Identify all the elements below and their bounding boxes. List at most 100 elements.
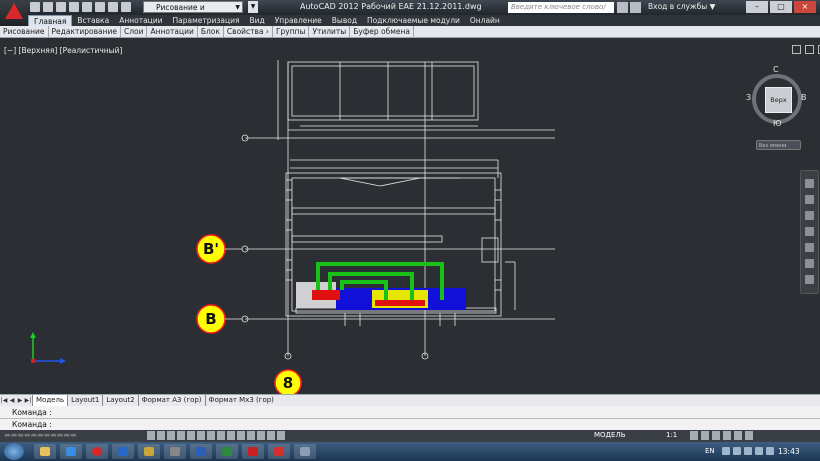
tab-home[interactable]: Главная	[28, 15, 73, 26]
steering-wheel-icon[interactable]	[805, 179, 814, 188]
word-icon[interactable]	[190, 444, 212, 459]
next-layout-icon[interactable]: ▶	[16, 397, 24, 404]
tab-output[interactable]: Вывод	[327, 15, 362, 26]
save-icon[interactable]	[56, 2, 66, 12]
tab-view[interactable]: Вид	[245, 15, 270, 26]
close-button[interactable]: ×	[794, 1, 816, 13]
model-space-toggle[interactable]: МОДЕЛЬ	[594, 431, 626, 439]
lineweight-icon[interactable]	[247, 431, 255, 440]
pan-icon[interactable]	[805, 195, 814, 204]
viewcube[interactable]: Верх С З В Ю	[746, 65, 807, 128]
open-icon[interactable]	[43, 2, 53, 12]
app-icon[interactable]	[138, 444, 160, 459]
ortho-icon[interactable]	[177, 431, 185, 440]
search-input[interactable]: Введите ключевое слово/фразу	[508, 2, 614, 22]
save-as-icon[interactable]	[69, 2, 79, 12]
panel-properties[interactable]: Свойства ›	[224, 26, 273, 37]
zoom-extents-icon[interactable]	[805, 259, 814, 268]
command-line[interactable]: Команда : Команда :	[0, 406, 820, 430]
acrobat-icon[interactable]	[242, 444, 264, 459]
grid-icon[interactable]	[167, 431, 175, 440]
excel-icon[interactable]	[216, 444, 238, 459]
workspace-select[interactable]: Рисование и аннотации ▼	[143, 1, 243, 24]
app-icon[interactable]	[294, 444, 316, 459]
network-icon[interactable]	[755, 447, 763, 455]
panel-annotation[interactable]: Аннотации	[147, 26, 198, 37]
tab-insert[interactable]: Вставка	[72, 15, 114, 26]
layout-tab-model[interactable]: Модель	[32, 395, 68, 406]
annotation-scale[interactable]: 1:1	[666, 431, 677, 439]
clean-screen-icon[interactable]	[745, 431, 753, 440]
snap-icon[interactable]	[157, 431, 165, 440]
first-layout-icon[interactable]: |◀	[0, 397, 8, 404]
tab-parametric[interactable]: Параметризация	[168, 15, 245, 26]
zoom-icon[interactable]	[805, 211, 814, 220]
compass-north[interactable]: С	[773, 65, 779, 74]
panel-layers[interactable]: Слои	[121, 26, 148, 37]
panel-utilities[interactable]: Утилиты	[309, 26, 351, 37]
panel-modify[interactable]: Редактирование	[49, 26, 121, 37]
search-icon[interactable]	[617, 2, 628, 13]
last-layout-icon[interactable]: ▶|	[24, 397, 32, 404]
infocenter-icon[interactable]	[630, 2, 641, 13]
app-icon[interactable]	[164, 444, 186, 459]
minimize-button[interactable]: –	[746, 1, 768, 13]
annotation-visibility-icon[interactable]	[690, 431, 698, 440]
panel-groups[interactable]: Группы	[273, 26, 310, 37]
command-input[interactable]: Команда :	[12, 420, 52, 429]
panel-draw[interactable]: Рисование	[0, 26, 49, 37]
selection-cycling-icon[interactable]	[277, 431, 285, 440]
osnap-icon[interactable]	[197, 431, 205, 440]
isolate-objects-icon[interactable]	[734, 431, 742, 440]
lock-icon[interactable]	[712, 431, 720, 440]
new-icon[interactable]	[30, 2, 40, 12]
navbar-options-icon[interactable]	[805, 275, 814, 284]
ducs-icon[interactable]	[227, 431, 235, 440]
flag-icon[interactable]	[766, 447, 774, 455]
volume-icon[interactable]	[744, 447, 752, 455]
layout-tab-mx3[interactable]: Формат Мх3 (гор)	[204, 395, 277, 406]
layout-tab-layout2[interactable]: Layout2	[102, 395, 137, 406]
explorer-icon[interactable]	[34, 444, 56, 459]
input-language[interactable]: EN	[705, 447, 715, 455]
tray-icon[interactable]	[722, 447, 730, 455]
workspace-switch-icon[interactable]	[701, 431, 709, 440]
clock[interactable]: 13:43	[778, 447, 800, 456]
3d-osnap-icon[interactable]	[207, 431, 215, 440]
quick-properties-icon[interactable]	[267, 431, 275, 440]
otrack-icon[interactable]	[217, 431, 225, 440]
redo-icon[interactable]	[108, 2, 118, 12]
polar-icon[interactable]	[187, 431, 195, 440]
orbit-icon[interactable]	[805, 227, 814, 236]
minimize-viewport-icon[interactable]	[792, 45, 801, 54]
dyn-icon[interactable]	[237, 431, 245, 440]
layout-tab-layout1[interactable]: Layout1	[67, 395, 102, 406]
outlook-icon[interactable]	[112, 444, 134, 459]
wcs-menu[interactable]: Без имени	[756, 140, 801, 150]
tab-plugins[interactable]: Подключаемые модули	[362, 15, 465, 26]
qat-dropdown-button[interactable]: ▼	[248, 1, 258, 13]
panel-clipboard[interactable]: Буфер обмена	[350, 26, 414, 37]
application-menu-button[interactable]	[0, 0, 28, 26]
tray-icon[interactable]	[733, 447, 741, 455]
plot-icon[interactable]	[82, 2, 92, 12]
undo-icon[interactable]	[95, 2, 105, 12]
compass-south[interactable]: Ю	[773, 119, 782, 128]
infer-constraints-icon[interactable]	[147, 431, 155, 440]
workspace-gear-icon[interactable]	[121, 2, 131, 12]
autocad-taskbar-icon[interactable]	[268, 444, 290, 459]
showmotion-icon[interactable]	[805, 243, 814, 252]
restore-viewport-icon[interactable]	[805, 45, 814, 54]
viewcube-face[interactable]: Верх	[765, 87, 792, 113]
compass-west[interactable]: З	[746, 93, 751, 102]
tab-online[interactable]: Онлайн	[465, 15, 505, 26]
panel-block[interactable]: Блок	[198, 26, 224, 37]
prev-layout-icon[interactable]: ◀	[8, 397, 16, 404]
hardware-acceleration-icon[interactable]	[723, 431, 731, 440]
transparency-icon[interactable]	[257, 431, 265, 440]
maximize-button[interactable]: □	[770, 1, 792, 13]
start-button[interactable]	[4, 443, 24, 460]
layout-tab-a3[interactable]: Формат А3 (гор)	[137, 395, 205, 406]
tab-manage[interactable]: Управление	[270, 15, 327, 26]
tab-annotate[interactable]: Аннотации	[114, 15, 167, 26]
